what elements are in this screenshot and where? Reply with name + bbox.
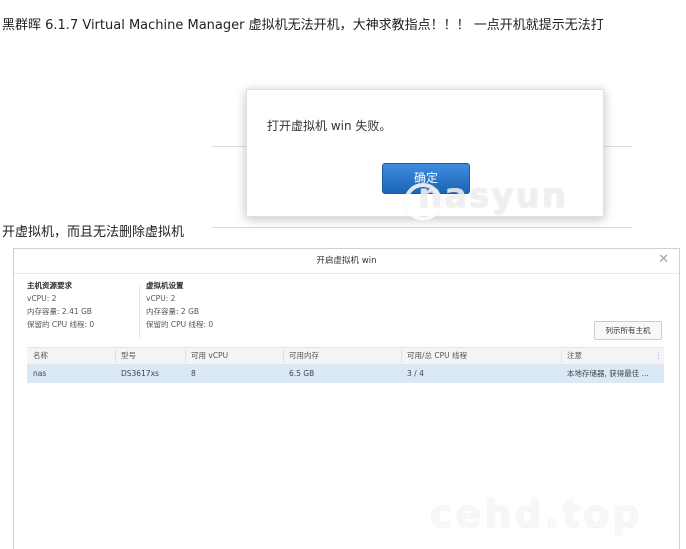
- host-cpu-threads: 保留的 CPU 线程: 0: [27, 320, 95, 329]
- vm-settings-header: 虚拟机设置: [146, 281, 184, 290]
- cell-model: DS3617xs: [121, 369, 159, 378]
- window-title: 开启虚拟机 win: [14, 249, 679, 274]
- column-menu-icon[interactable]: ⋮: [655, 348, 663, 364]
- host-table: 名称 型号 可用 vCPU 可用内存 可用/总 CPU 线程 注意 ⋮ nas …: [27, 347, 664, 383]
- host-memory: 内存容量: 2.41 GB: [27, 307, 92, 316]
- vm-settings: 虚拟机设置 vCPU: 2 内存容量: 2 GB 保留的 CPU 线程: 0: [146, 279, 213, 331]
- host-requirements-header: 主机资源要求: [27, 281, 72, 290]
- watermark: cehd.top: [430, 492, 643, 536]
- column-header-cpu-threads[interactable]: 可用/总 CPU 线程: [407, 348, 467, 364]
- close-icon[interactable]: ✕: [658, 252, 669, 267]
- cell-vcpu: 8: [191, 369, 196, 378]
- column-header-model[interactable]: 型号: [121, 348, 136, 364]
- divider: [212, 227, 632, 228]
- column-header-name[interactable]: 名称: [33, 348, 48, 364]
- list-all-hosts-button[interactable]: 列示所有主机: [594, 321, 662, 340]
- dialog-message: 打开虚拟机 win 失败。: [267, 119, 392, 133]
- host-vcpu: vCPU: 2: [27, 294, 57, 303]
- cell-notes: 本地存储器, 获得最佳 ...: [567, 369, 649, 378]
- vm-memory: 内存容量: 2 GB: [146, 307, 200, 316]
- table-header: 名称 型号 可用 vCPU 可用内存 可用/总 CPU 线程 注意 ⋮: [27, 347, 664, 365]
- column-header-memory[interactable]: 可用内存: [289, 348, 319, 364]
- column-header-notes[interactable]: 注意: [567, 348, 582, 364]
- vm-vcpu: vCPU: 2: [146, 294, 176, 303]
- cell-memory: 6.5 GB: [289, 369, 315, 378]
- watermark: nasyun: [418, 176, 568, 216]
- host-requirements: 主机资源要求 vCPU: 2 内存容量: 2.41 GB 保留的 CPU 线程:…: [27, 279, 94, 331]
- column-header-vcpu[interactable]: 可用 vCPU: [191, 348, 228, 364]
- post-text: 开虚拟机，而且无法删除虚拟机: [2, 225, 185, 240]
- table-row[interactable]: nas DS3617xs 8 6.5 GB 3 / 4 本地存储器, 获得最佳 …: [27, 365, 664, 383]
- cell-cpu-threads: 3 / 4: [407, 369, 424, 378]
- divider: [139, 285, 140, 339]
- cell-name: nas: [33, 369, 47, 378]
- vm-cpu-threads: 保留的 CPU 线程: 0: [146, 320, 214, 329]
- post-title: 黑群晖 6.1.7 Virtual Machine Manager 虚拟机无法开…: [2, 18, 604, 33]
